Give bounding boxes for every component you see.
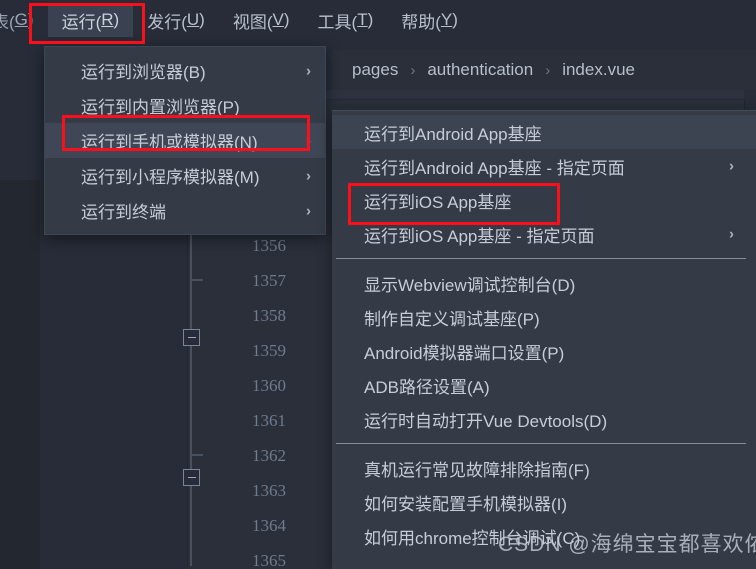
chevron-right-icon: ›	[306, 202, 311, 219]
menu-option-label: 运行到小程序模拟器(M)	[81, 168, 260, 187]
line-number-row: 1359	[190, 333, 286, 368]
chevron-right-icon: ›	[306, 132, 311, 149]
line-number: 1358	[252, 305, 286, 325]
menu-option-label: 运行到手机或模拟器(N)	[81, 133, 258, 152]
submenu-option-label: 运行到iOS App基座 - 指定页面	[364, 226, 595, 246]
line-number-row: 1358	[190, 298, 286, 333]
chevron-right-icon: ›	[306, 167, 311, 184]
menu-item-publish[interactable]: 发行(U)	[133, 3, 219, 37]
fold-tick	[192, 454, 203, 456]
activity-bar-top-spacer	[0, 40, 40, 180]
menu-option-run-to-miniprogram[interactable]: 运行到小程序模拟器(M) ›	[45, 158, 325, 193]
line-number-row: 1360	[190, 368, 286, 403]
menu-option-run-to-builtin-browser[interactable]: 运行到内置浏览器(P)	[45, 88, 325, 123]
menu-item-partial[interactable]: 表(G)	[0, 3, 48, 37]
watermark: CSDN @海绵宝宝都喜欢侬	[498, 533, 756, 556]
submenu-option-webview-console[interactable]: 显示Webview调试控制台(D)	[332, 266, 756, 300]
submenu-option-adb-path[interactable]: ADB路径设置(A)	[332, 368, 756, 402]
menu-bar[interactable]: 表(G) 运行(R) 发行(U) 视图(V) 工具(T) 帮助(Y)	[0, 0, 756, 40]
submenu-option-ios-base[interactable]: 运行到iOS App基座	[332, 183, 756, 217]
line-number: 1364	[252, 515, 286, 535]
breadcrumb-segment-pages[interactable]: pages	[352, 60, 398, 80]
menu-separator	[336, 443, 746, 444]
breadcrumb[interactable]: pages › authentication › index.vue	[332, 50, 756, 90]
line-number: 1356	[252, 235, 286, 255]
submenu-option-label: Android模拟器端口设置(P)	[364, 343, 565, 363]
menu-option-run-to-browser[interactable]: 运行到浏览器(B) ›	[45, 53, 325, 88]
menu-option-label: 运行到内置浏览器(P)	[81, 98, 240, 117]
menu-item-view[interactable]: 视图(V)	[219, 3, 304, 37]
line-number-row: 1365	[190, 543, 286, 569]
submenu-option-install-emulator-guide[interactable]: 如何安装配置手机模拟器(I)	[332, 485, 756, 519]
submenu-option-android-base[interactable]: 运行到Android App基座	[332, 115, 756, 149]
menu-option-label: 运行到浏览器(B)	[81, 63, 206, 82]
submenu-option-auto-vue-devtools[interactable]: 运行时自动打开Vue Devtools(D)	[332, 402, 756, 436]
breadcrumb-segment-file[interactable]: index.vue	[562, 60, 635, 80]
submenu-option-label: 运行时自动打开Vue Devtools(D)	[364, 411, 608, 431]
line-number-row: 1364	[190, 508, 286, 543]
line-number: 1361	[252, 410, 286, 430]
fold-toggle-icon[interactable]	[183, 469, 200, 486]
menu-item-tools[interactable]: 工具(T)	[304, 3, 388, 37]
submenu-option-label: 运行到Android App基座 - 指定页面	[364, 158, 625, 178]
breadcrumb-segment-authentication[interactable]: authentication	[427, 60, 533, 80]
chevron-right-icon: ›	[545, 61, 551, 79]
submenu-option-label: ADB路径设置(A)	[364, 377, 490, 397]
device-submenu[interactable]: 运行到Android App基座 运行到Android App基座 - 指定页面…	[332, 110, 756, 569]
menu-option-run-to-device[interactable]: 运行到手机或模拟器(N) ›	[45, 123, 325, 158]
menu-option-run-to-terminal[interactable]: 运行到终端 ›	[45, 193, 325, 228]
submenu-option-troubleshooting-guide[interactable]: 真机运行常见故障排除指南(F)	[332, 451, 756, 485]
chevron-right-icon: ›	[306, 62, 311, 79]
submenu-option-label: 如何安装配置手机模拟器(I)	[364, 494, 568, 514]
menu-separator	[336, 258, 746, 259]
line-number: 1360	[252, 375, 286, 395]
line-number-gutter: 1356 1357 1358 1359 1360 1361 1362 1363 …	[190, 228, 286, 569]
submenu-option-custom-base[interactable]: 制作自定义调试基座(P)	[332, 300, 756, 334]
line-number-row: 1357	[190, 263, 286, 298]
submenu-option-label: 运行到iOS App基座	[364, 192, 512, 212]
submenu-option-label: 运行到Android App基座	[364, 124, 542, 144]
line-number-row: 1362	[190, 438, 286, 473]
line-number-row: 1361	[190, 403, 286, 438]
submenu-option-label: 制作自定义调试基座(P)	[364, 309, 540, 329]
line-number: 1357	[252, 270, 286, 290]
chevron-right-icon: ›	[729, 225, 734, 243]
submenu-option-android-emulator-port[interactable]: Android模拟器端口设置(P)	[332, 334, 756, 368]
line-number-row: 1363	[190, 473, 286, 508]
chevron-right-icon: ›	[729, 157, 734, 175]
line-number: 1359	[252, 340, 286, 360]
menu-item-run[interactable]: 运行(R)	[47, 3, 134, 37]
submenu-option-android-base-page[interactable]: 运行到Android App基座 - 指定页面 ›	[332, 149, 756, 183]
fold-toggle-icon[interactable]	[183, 329, 200, 346]
fold-tick	[192, 279, 203, 281]
submenu-option-ios-base-page[interactable]: 运行到iOS App基座 - 指定页面 ›	[332, 217, 756, 251]
submenu-option-label: 显示Webview调试控制台(D)	[364, 275, 576, 295]
menu-option-label: 运行到终端	[81, 203, 166, 222]
line-number: 1362	[252, 445, 286, 465]
chevron-right-icon: ›	[410, 61, 416, 79]
line-number: 1365	[252, 550, 286, 569]
menu-item-help[interactable]: 帮助(Y)	[387, 3, 472, 37]
line-number: 1363	[252, 480, 286, 500]
submenu-option-label: 真机运行常见故障排除指南(F)	[364, 460, 590, 480]
run-menu-dropdown[interactable]: 运行到浏览器(B) › 运行到内置浏览器(P) 运行到手机或模拟器(N) › 运…	[44, 46, 326, 235]
